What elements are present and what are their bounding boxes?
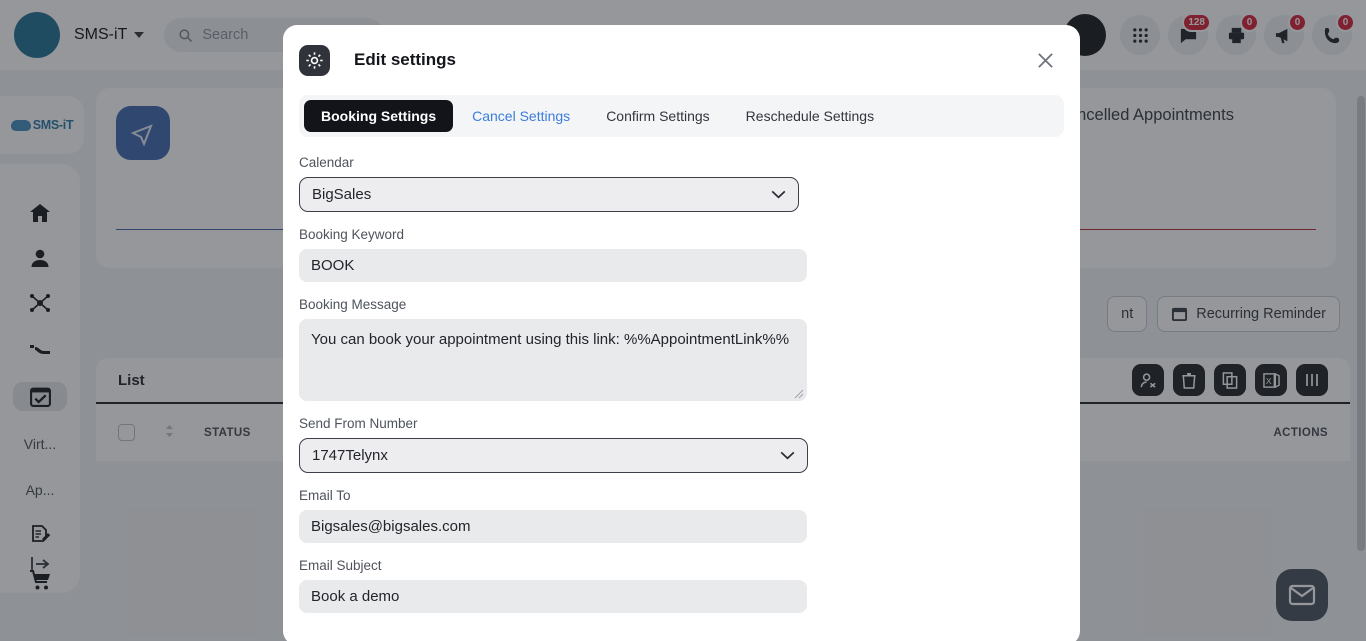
field-label: Email Subject bbox=[299, 558, 382, 573]
settings-tabs: Booking Settings Cancel Settings Confirm… bbox=[299, 95, 1064, 137]
gear-icon bbox=[306, 51, 323, 69]
field-label: Booking Message bbox=[299, 297, 407, 312]
send-from-number-value: 1747Telynx bbox=[312, 447, 388, 464]
field-label: Calendar bbox=[299, 155, 354, 170]
modal-title: Edit settings bbox=[354, 50, 457, 69]
close-button[interactable] bbox=[1032, 47, 1058, 73]
tab-label: Booking Settings bbox=[321, 108, 437, 124]
tab-label: Cancel Settings bbox=[472, 108, 571, 124]
field-send-from-number: Send From Number 1747Telynx bbox=[299, 416, 1064, 473]
calendar-select[interactable]: BigSales bbox=[299, 177, 799, 212]
booking-settings-form: Calendar BigSales Booking Keyword BOOK B… bbox=[283, 137, 1080, 641]
chevron-down-icon bbox=[780, 449, 795, 462]
tab-cancel-settings[interactable]: Cancel Settings bbox=[455, 100, 587, 132]
close-icon bbox=[1037, 52, 1053, 68]
field-label: Email To bbox=[299, 488, 351, 503]
field-email-to: Email To Bigsales@bigsales.com bbox=[299, 488, 1064, 543]
field-label: Booking Keyword bbox=[299, 227, 405, 242]
edit-settings-modal: Edit settings Booking Settings Cancel Se… bbox=[283, 25, 1080, 641]
tab-label: Confirm Settings bbox=[606, 108, 710, 124]
tab-reschedule-settings[interactable]: Reschedule Settings bbox=[729, 100, 891, 132]
booking-keyword-input[interactable]: BOOK bbox=[299, 249, 807, 282]
screen-root: SMS-iT Search bbox=[0, 0, 1366, 641]
field-booking-message: Booking Message You can book your appoin… bbox=[299, 297, 1064, 401]
calendar-select-value: BigSales bbox=[312, 186, 372, 203]
tab-label: Reschedule Settings bbox=[745, 108, 875, 124]
tab-booking-settings[interactable]: Booking Settings bbox=[304, 100, 454, 132]
resize-grip-icon[interactable] bbox=[794, 389, 804, 399]
email-subject-value: Book a demo bbox=[311, 588, 400, 605]
email-to-input[interactable]: Bigsales@bigsales.com bbox=[299, 510, 807, 543]
field-booking-keyword: Booking Keyword BOOK bbox=[299, 227, 1064, 282]
email-subject-input[interactable]: Book a demo bbox=[299, 580, 807, 613]
modal-header: Edit settings bbox=[283, 25, 1080, 95]
settings-icon-tile bbox=[299, 44, 330, 76]
email-to-value: Bigsales@bigsales.com bbox=[311, 518, 471, 535]
field-calendar: Calendar BigSales bbox=[299, 155, 1064, 212]
tab-confirm-settings[interactable]: Confirm Settings bbox=[589, 100, 726, 132]
chevron-down-icon bbox=[771, 188, 786, 201]
send-from-number-select[interactable]: 1747Telynx bbox=[299, 438, 808, 473]
booking-keyword-value: BOOK bbox=[311, 257, 355, 274]
booking-message-textarea[interactable]: You can book your appointment using this… bbox=[299, 319, 807, 401]
field-label: Send From Number bbox=[299, 416, 418, 431]
booking-message-value: You can book your appointment using this… bbox=[311, 331, 790, 348]
field-email-subject: Email Subject Book a demo bbox=[299, 558, 1064, 613]
